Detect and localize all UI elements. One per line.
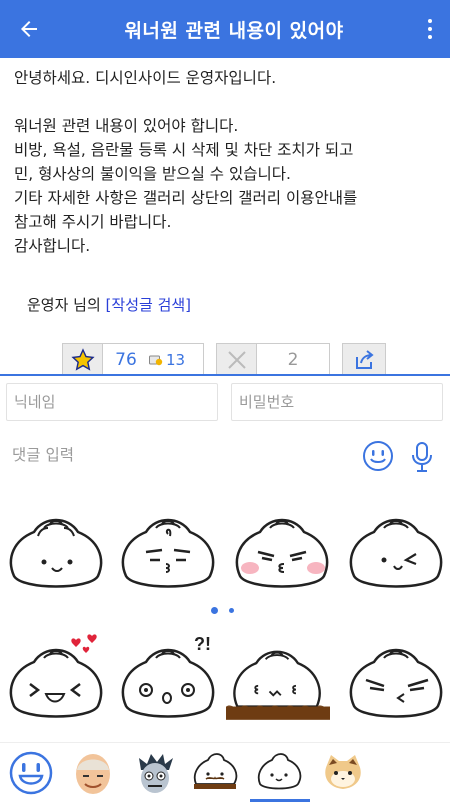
nickname-field[interactable] xyxy=(14,393,217,411)
post-line: 워너원 관련 내용이 있어야 합니다. xyxy=(14,117,239,135)
dumpling-icon xyxy=(257,753,302,790)
fixed-upvote-count: 13 xyxy=(166,351,186,369)
app-bar: 워너원 관련 내용이 있어야 xyxy=(0,0,450,58)
vote-bar: 76 13 2 xyxy=(62,343,386,377)
post-line: 참고해 주시기 바랍니다. xyxy=(14,213,172,231)
tab-dumpling-sticker[interactable] xyxy=(252,747,306,799)
svg-text:?!: ?! xyxy=(194,634,211,654)
zombie-face-icon xyxy=(139,754,173,793)
pager-dot-active[interactable] xyxy=(211,607,218,614)
nickname-field-box xyxy=(6,383,218,421)
more-options-button[interactable] xyxy=(410,0,450,58)
x-icon xyxy=(227,351,246,369)
sticker-dumpling-pout[interactable] xyxy=(116,506,220,602)
downvote-count: 2 xyxy=(287,350,299,370)
upvote-button[interactable]: 76 13 xyxy=(62,343,204,377)
share-button[interactable] xyxy=(342,343,386,377)
sticker-dumpling-wink[interactable] xyxy=(344,506,448,602)
author-name: 운영자 님의 xyxy=(27,296,106,314)
sticker-pager xyxy=(211,607,234,614)
upvote-icon-cell xyxy=(63,344,103,376)
comment-input-box xyxy=(12,446,342,464)
star-icon xyxy=(70,348,95,371)
sticker-dumpling-smile[interactable] xyxy=(4,506,108,602)
sticker-tab-bar xyxy=(0,742,450,802)
mustache-dumpling-icon xyxy=(193,753,238,789)
sticker-dumpling-blush[interactable] xyxy=(230,506,334,602)
tab-cat-sticker[interactable] xyxy=(316,747,370,799)
tab-zombie-sticker[interactable] xyxy=(128,747,182,799)
post-line: 민, 형사상의 불이익을 받으실 수 있습니다. xyxy=(14,165,291,183)
fixed-upvote: 13 xyxy=(149,344,203,376)
post-line: 비방, 욕설, 음란물 등록 시 삭제 및 차단 조치가 되고 xyxy=(14,141,354,159)
emoji-icon xyxy=(9,751,53,795)
sticker-dumpling-surprised[interactable]: ?! xyxy=(116,634,220,730)
comment-panel: ?! xyxy=(0,374,450,802)
post-body: 안녕하세요. 디시인사이드 운영자입니다. 워너원 관련 내용이 있어야 합니다… xyxy=(14,66,439,258)
pager-dot[interactable] xyxy=(229,608,234,613)
sticker-dumpling-smug[interactable] xyxy=(344,634,448,730)
share-icon xyxy=(356,350,374,369)
sticker-dumpling-steamer[interactable] xyxy=(226,634,330,730)
password-field[interactable] xyxy=(239,393,442,411)
post-line: 기타 자세한 사항은 갤러리 상단의 갤러리 이용안내를 xyxy=(14,189,358,207)
cat-face-icon xyxy=(325,755,361,789)
tab-bald-face-sticker[interactable] xyxy=(66,747,120,799)
more-vert-icon xyxy=(428,19,432,23)
tab-mustache-dumpling-sticker[interactable] xyxy=(188,747,242,799)
author-posts-search-link[interactable]: [작성글 검색] xyxy=(106,296,191,314)
emoji-icon[interactable] xyxy=(362,440,394,472)
author-line: 운영자 님의 [작성글 검색] xyxy=(27,294,191,315)
page-title: 워너원 관련 내용이 있어야 xyxy=(124,19,344,42)
tab-emoji[interactable] xyxy=(4,747,58,799)
fixed-user-icon xyxy=(149,355,163,366)
back-button[interactable] xyxy=(0,0,58,58)
downvote-icon-cell xyxy=(217,344,257,376)
bald-face-icon xyxy=(76,754,110,794)
post-line: 안녕하세요. 디시인사이드 운영자입니다. xyxy=(14,69,277,87)
comment-input[interactable] xyxy=(12,446,342,464)
microphone-icon[interactable] xyxy=(410,440,434,474)
arrow-left-icon xyxy=(21,21,37,37)
sticker-dumpling-love[interactable] xyxy=(4,634,108,730)
post-line: 감사합니다. xyxy=(14,237,91,255)
downvote-button[interactable]: 2 xyxy=(216,343,330,377)
password-field-box xyxy=(231,383,443,421)
upvote-count: 76 xyxy=(115,350,137,370)
